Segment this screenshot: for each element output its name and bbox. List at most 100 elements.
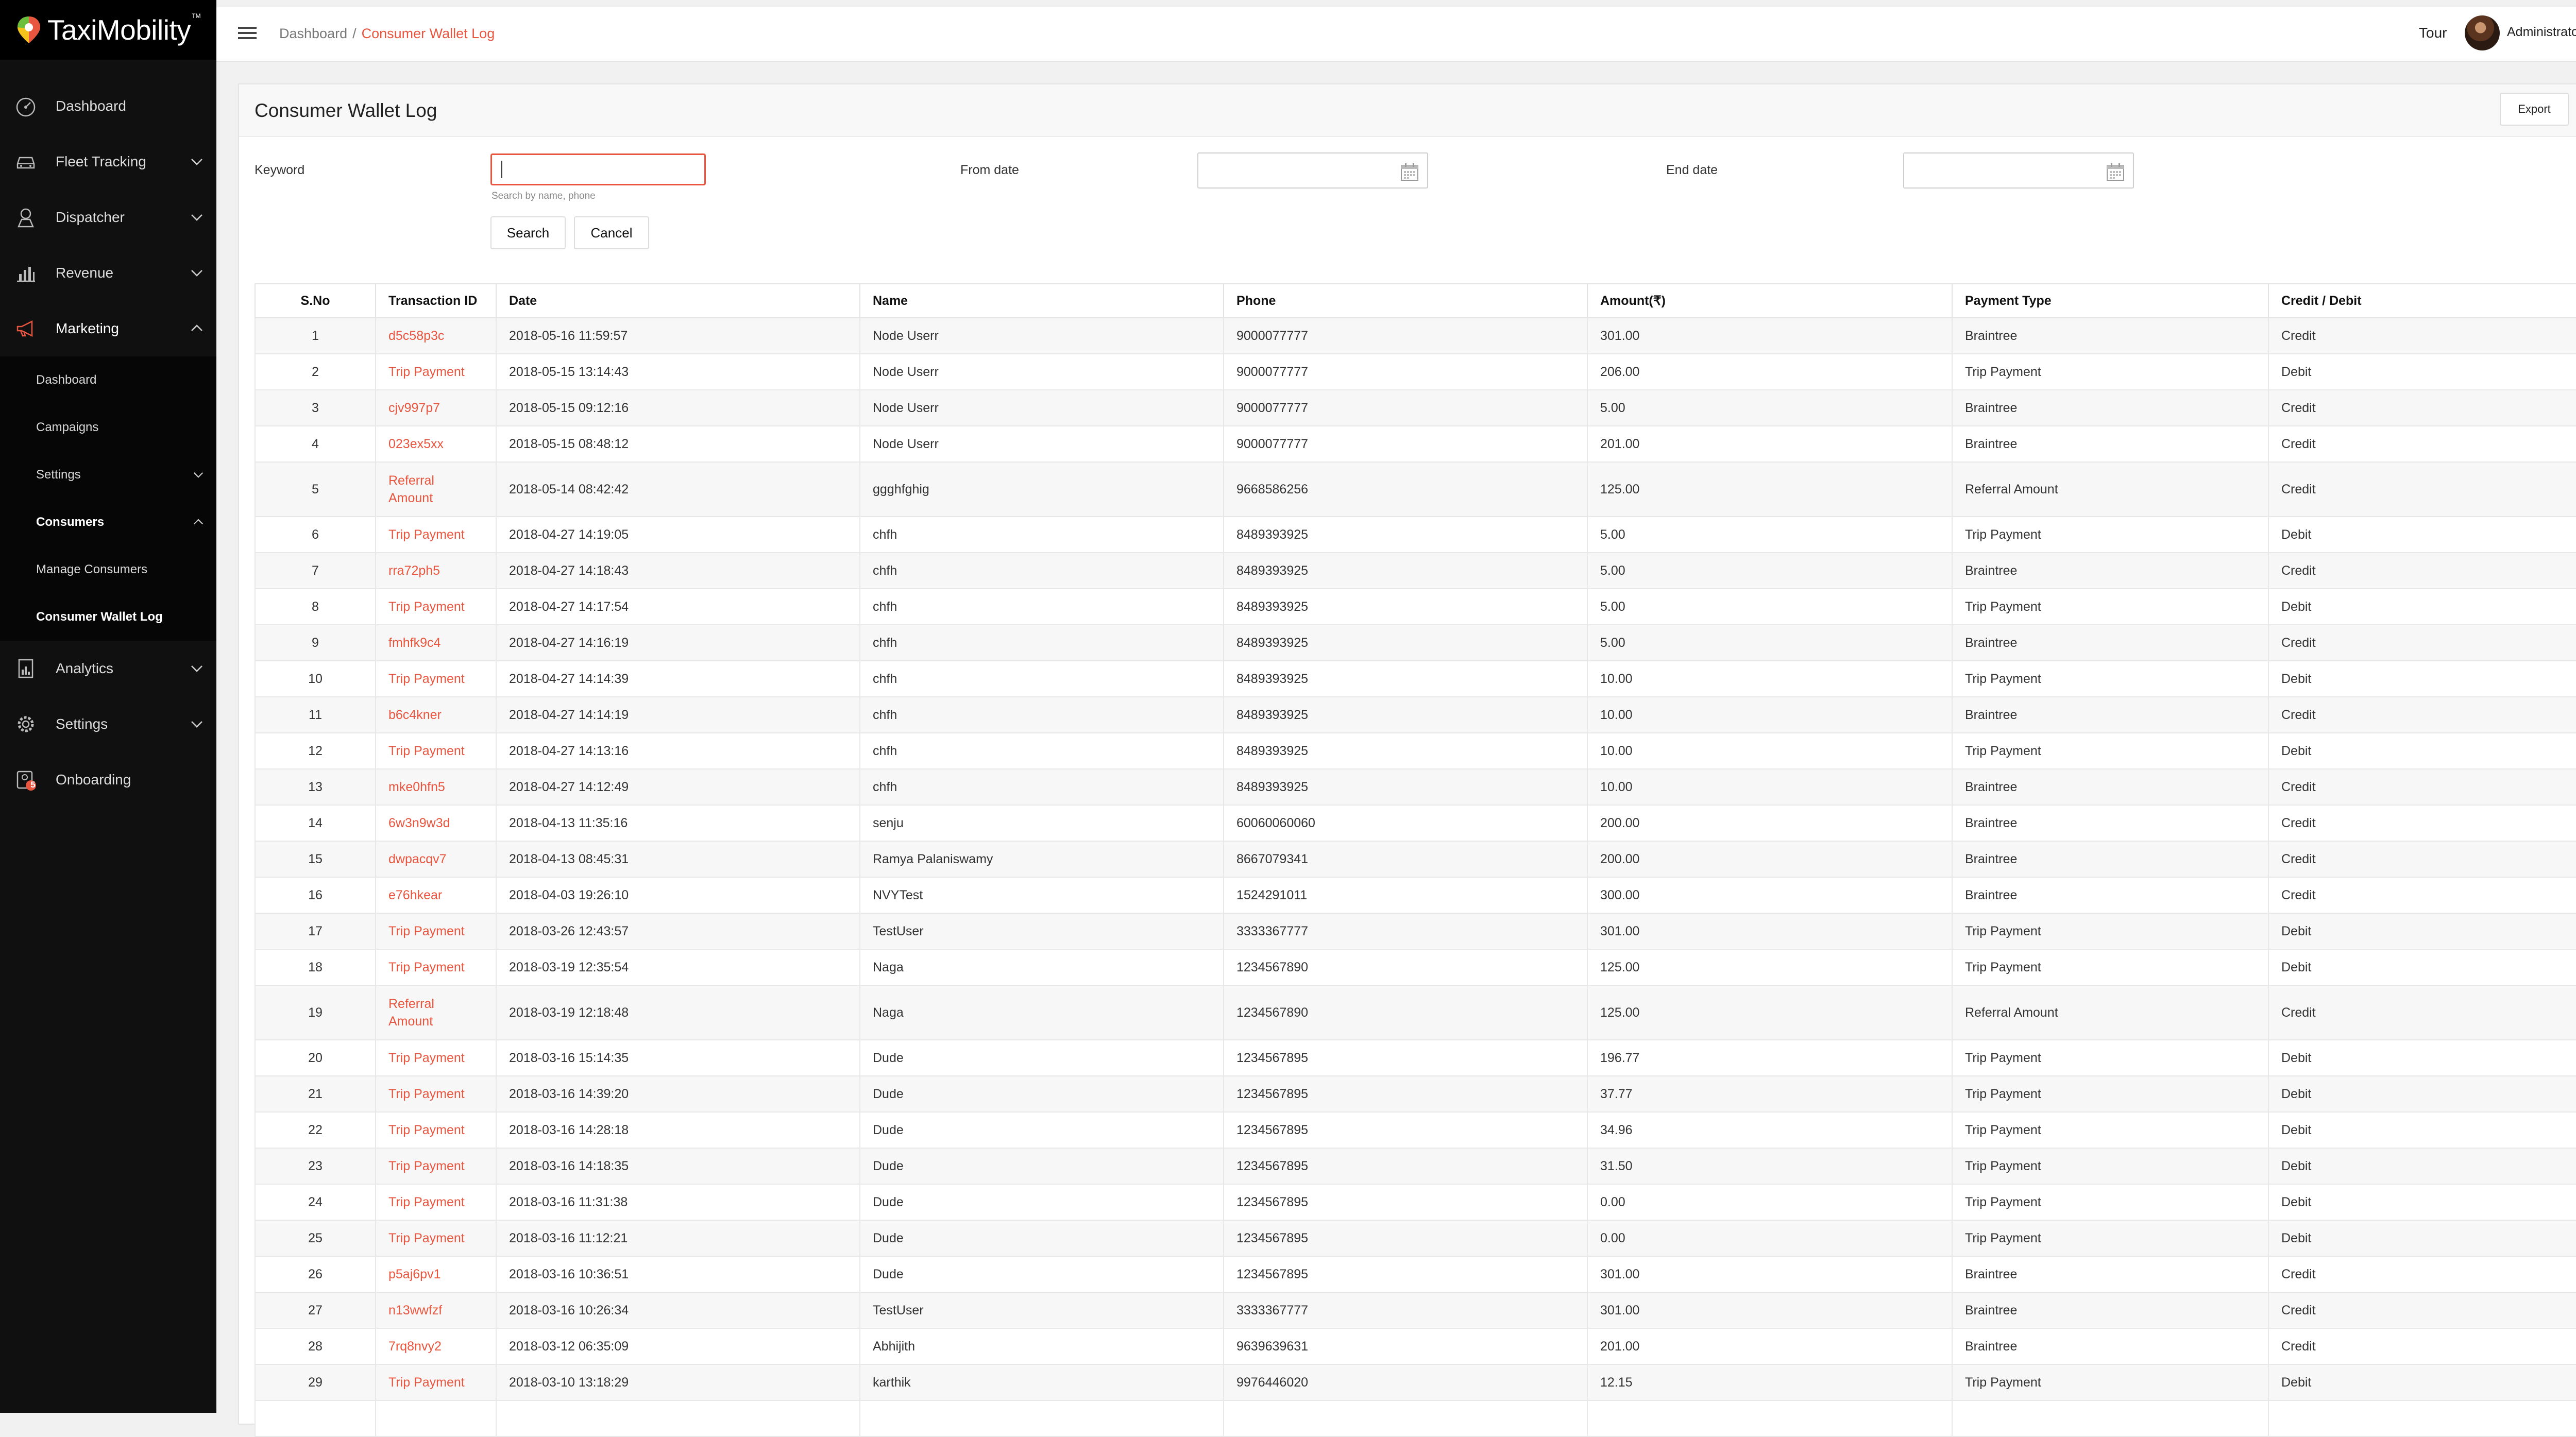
- transaction-id-link[interactable]: rra72ph5: [375, 552, 497, 589]
- transaction-id-link[interactable]: Trip Payment: [375, 732, 497, 769]
- cancel-button[interactable]: Cancel: [574, 216, 649, 249]
- chevron-up-icon[interactable]: [188, 319, 206, 338]
- transaction-id-link[interactable]: Trip Payment: [375, 660, 497, 697]
- chevron-down-icon[interactable]: [188, 715, 206, 733]
- column-header-credit-debit[interactable]: Credit / Debit: [2268, 283, 2576, 318]
- sidebar-item-analytics[interactable]: Analytics: [0, 641, 216, 696]
- transaction-id-link[interactable]: Trip Payment: [375, 588, 497, 625]
- transaction-id-link[interactable]: b6c4kner: [375, 696, 497, 733]
- chevron-down-icon[interactable]: [188, 264, 206, 282]
- table-cell: Ramya Palaniswamy: [859, 841, 1224, 878]
- sidebar-subitem-campaigns[interactable]: Campaigns: [0, 404, 216, 451]
- chevron-down-icon[interactable]: [188, 152, 206, 171]
- table-cell: 9: [255, 624, 376, 661]
- column-header-date[interactable]: Date: [496, 283, 860, 318]
- table-cell: 2018-04-27 14:14:19: [496, 696, 860, 733]
- table-row: 15 dwpacqv7 2018-04-13 08:45:31 Ramya Palan…: [255, 841, 2576, 878]
- export-button[interactable]: Export: [2500, 93, 2569, 126]
- transaction-id-link[interactable]: Trip Payment: [375, 1364, 497, 1401]
- transaction-id-link[interactable]: Trip Payment: [375, 516, 497, 553]
- sidebar-item-revenue[interactable]: Revenue: [0, 245, 216, 301]
- transaction-id-link[interactable]: n13wwfzf: [375, 1292, 497, 1329]
- chevron-down-icon[interactable]: [188, 659, 206, 678]
- transaction-id-link[interactable]: mke0hfn5: [375, 768, 497, 806]
- table-cell: 9000077777: [1223, 353, 1588, 390]
- table-row: 14 6w3n9w3d 2018-04-13 11:35:16 senju 600600…: [255, 805, 2576, 842]
- table-cell: Debit: [2268, 1039, 2576, 1076]
- transaction-id-link[interactable]: fmhfk9c4: [375, 624, 497, 661]
- transaction-id-link[interactable]: Trip Payment: [375, 913, 497, 950]
- user-name[interactable]: Administrator: [2507, 25, 2576, 40]
- column-header-payment-type[interactable]: Payment Type: [1952, 283, 2269, 318]
- table-cell: 10.00: [1587, 732, 1953, 769]
- chevron-down-icon[interactable]: [191, 467, 206, 483]
- breadcrumb-dashboard-link[interactable]: Dashboard: [279, 26, 347, 41]
- search-button[interactable]: Search: [490, 216, 566, 249]
- table-row: 11 b6c4kner 2018-04-27 14:14:19 chfh 8489393…: [255, 696, 2576, 733]
- transaction-id-link[interactable]: Trip Payment: [375, 1111, 497, 1149]
- table-cell: 1234567895: [1223, 1256, 1588, 1293]
- sidebar-item-fleet-tracking[interactable]: Fleet Tracking: [0, 134, 216, 190]
- sidebar-item-dispatcher[interactable]: Dispatcher: [0, 190, 216, 245]
- transaction-id-link[interactable]: Referral Amount: [375, 985, 497, 1040]
- transaction-id-link[interactable]: Trip Payment: [375, 1148, 497, 1185]
- table-cell: 5.00: [1587, 624, 1953, 661]
- transaction-id-link[interactable]: Trip Payment: [375, 949, 497, 986]
- hamburger-menu-icon[interactable]: [237, 23, 258, 43]
- transaction-id-link[interactable]: Trip Payment: [375, 1184, 497, 1221]
- sidebar-subitem-consumer-wallet-log[interactable]: Consumer Wallet Log: [0, 593, 216, 641]
- transaction-id-link[interactable]: Trip Payment: [375, 1220, 497, 1257]
- transaction-id-link[interactable]: cjv997p7: [375, 389, 497, 426]
- sidebar-subitem-dashboard[interactable]: Dashboard: [0, 356, 216, 404]
- sidebar-subitem-settings[interactable]: Settings: [0, 451, 216, 499]
- transaction-id-link[interactable]: Referral Amount: [375, 461, 497, 517]
- end-date-input[interactable]: [1903, 152, 2134, 189]
- table-row: 2 Trip Payment 2018-05-15 13:14:43 Node Use…: [255, 353, 2576, 390]
- transaction-id-link[interactable]: d5c58p3c: [375, 317, 497, 354]
- table-cell: 301.00: [1587, 1256, 1953, 1293]
- table-cell: Braintree: [1952, 317, 2269, 354]
- transaction-id-link[interactable]: 023ex5xx: [375, 425, 497, 463]
- avatar[interactable]: [2465, 15, 2500, 50]
- chevron-down-icon[interactable]: [188, 208, 206, 227]
- transaction-id-link[interactable]: Trip Payment: [375, 353, 497, 390]
- table-cell: 34.96: [1587, 1111, 1953, 1149]
- transaction-id-link[interactable]: Trip Payment: [375, 1039, 497, 1076]
- onboarding-badge: 5: [30, 780, 36, 790]
- transaction-id-link[interactable]: 6w3n9w3d: [375, 805, 497, 842]
- sidebar-item-onboarding[interactable]: 5 Onboarding: [0, 752, 216, 808]
- calendar-icon[interactable]: [2105, 162, 2126, 182]
- table-cell: 2018-03-16 11:31:38: [496, 1184, 860, 1221]
- column-header-amount[interactable]: Amount(₹): [1587, 283, 1953, 318]
- sidebar-subitem-consumers[interactable]: Consumers: [0, 499, 216, 546]
- transaction-id-text[interactable]: Referral Amount: [388, 472, 450, 507]
- calendar-icon[interactable]: [1399, 162, 1420, 182]
- table-cell: 13: [255, 768, 376, 806]
- transaction-id-link[interactable]: p5aj6pv1: [375, 1256, 497, 1293]
- sidebar-item-settings[interactable]: Settings: [0, 696, 216, 752]
- column-header-transaction-id[interactable]: Transaction ID: [375, 283, 497, 318]
- chevron-up-icon[interactable]: [191, 515, 206, 530]
- transaction-id-link[interactable]: dwpacqv7: [375, 841, 497, 878]
- tour-link[interactable]: Tour: [2419, 25, 2447, 41]
- table-cell: 3: [255, 389, 376, 426]
- transaction-id-link[interactable]: 7rq8nvy2: [375, 1328, 497, 1365]
- table-cell: [1223, 1400, 1588, 1437]
- transaction-id-link[interactable]: [375, 1400, 497, 1437]
- table-cell: 2018-05-15 09:12:16: [496, 389, 860, 426]
- transaction-id-text[interactable]: Referral Amount: [388, 995, 450, 1030]
- table-cell: chfh: [859, 660, 1224, 697]
- sidebar-subitem-manage-consumers[interactable]: Manage Consumers: [0, 546, 216, 593]
- table-cell: 27: [255, 1292, 376, 1329]
- table-cell: chfh: [859, 588, 1224, 625]
- column-header-s-no[interactable]: S.No: [255, 283, 376, 318]
- column-header-name[interactable]: Name: [859, 283, 1224, 318]
- sidebar-item-marketing[interactable]: Marketing: [0, 301, 216, 356]
- keyword-input[interactable]: [490, 153, 706, 185]
- transaction-id-link[interactable]: e76hkear: [375, 877, 497, 914]
- logo-bar[interactable]: TaxiMobility TM: [0, 0, 216, 60]
- from-date-input[interactable]: [1197, 152, 1428, 189]
- transaction-id-link[interactable]: Trip Payment: [375, 1075, 497, 1113]
- column-header-phone[interactable]: Phone: [1223, 283, 1588, 318]
- sidebar-item-dashboard[interactable]: Dashboard: [0, 78, 216, 134]
